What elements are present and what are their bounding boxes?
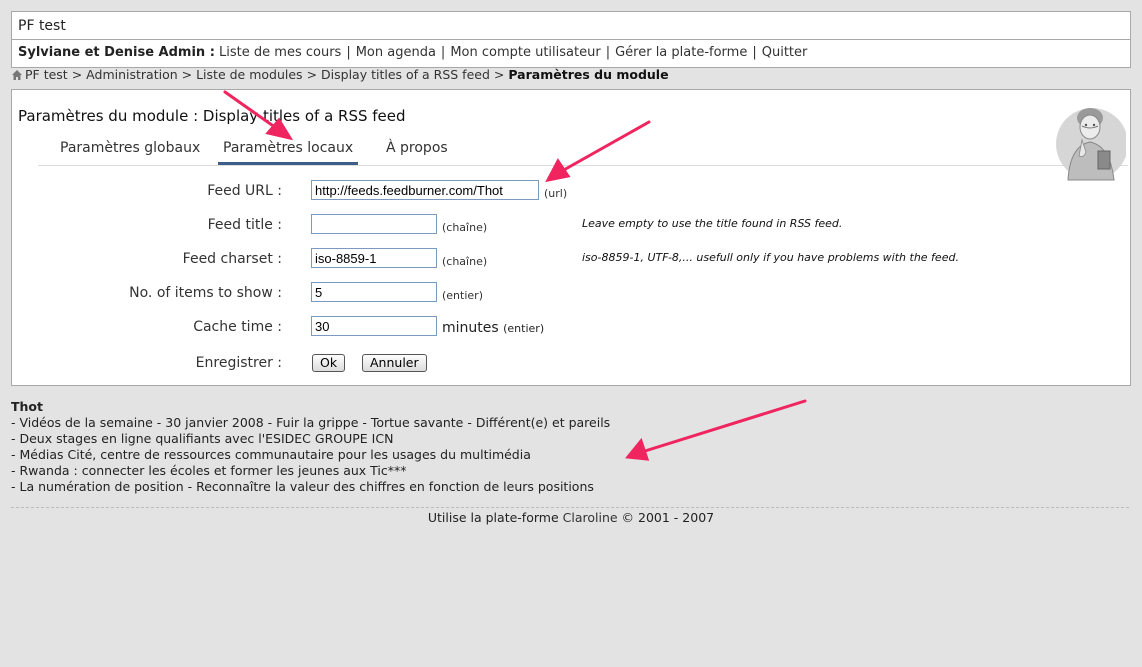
- link-gerer-plateforme[interactable]: Gérer la plate-forme: [615, 45, 747, 60]
- breadcrumb-sep: >: [181, 67, 193, 82]
- cache-time-label: Cache time :: [193, 319, 282, 335]
- breadcrumb-item-rss-module[interactable]: Display titles of a RSS feed: [321, 67, 490, 82]
- home-icon: [12, 70, 22, 80]
- form-row-cache-time: Cache time : minutes (entier): [12, 316, 1112, 340]
- footer: Utilise la plate-forme Claroline © 2001 …: [0, 510, 1142, 525]
- module-portrait-icon: [1056, 108, 1126, 181]
- ok-button[interactable]: Ok: [312, 354, 346, 372]
- user-name: Sylviane et Denise Admin :: [18, 45, 215, 60]
- save-label: Enregistrer :: [195, 355, 282, 371]
- arrow-to-rss-items: [643, 399, 807, 453]
- breadcrumb-item-liste-modules[interactable]: Liste de modules: [196, 67, 302, 82]
- footer-divider: [11, 507, 1129, 508]
- items-to-show-label: No. of items to show :: [129, 285, 282, 301]
- tab-a-propos[interactable]: À propos: [381, 138, 453, 162]
- cancel-button[interactable]: Annuler: [362, 354, 427, 372]
- cache-time-unit-text: minutes: [442, 320, 499, 336]
- rss-item[interactable]: - Vidéos de la semaine - 30 janvier 2008…: [11, 415, 610, 431]
- breadcrumb-item-administration[interactable]: Administration: [86, 67, 177, 82]
- separator: |: [605, 45, 611, 60]
- feed-title-hint: (chaîne): [442, 221, 488, 234]
- feed-charset-hint: (chaîne): [442, 255, 488, 268]
- header-divider: [12, 39, 1130, 40]
- rss-item[interactable]: - Médias Cité, centre de ressources comm…: [11, 447, 610, 463]
- rss-feed-block: Thot - Vidéos de la semaine - 30 janvier…: [11, 399, 610, 495]
- breadcrumb-sep: >: [306, 67, 318, 82]
- cache-time-unit: minutes (entier): [442, 320, 544, 336]
- feed-charset-label: Feed charset :: [182, 251, 282, 267]
- feed-url-label: Feed URL :: [207, 183, 282, 199]
- rss-title: Thot: [11, 399, 43, 414]
- link-mes-cours[interactable]: Liste de mes cours: [219, 45, 341, 60]
- rss-item[interactable]: - Rwanda : connecter les écoles et forme…: [11, 463, 610, 479]
- cache-time-input[interactable]: [311, 316, 437, 336]
- tab-parametres-locaux[interactable]: Paramètres locaux: [218, 138, 359, 165]
- feed-charset-help: iso-8859-1, UTF-8,... usefull only if yo…: [582, 251, 959, 264]
- arrow-head: [625, 437, 650, 461]
- rss-item[interactable]: - La numération de position - Reconnaîtr…: [11, 479, 610, 495]
- items-to-show-input[interactable]: [311, 282, 437, 302]
- feed-title-input[interactable]: [311, 214, 437, 234]
- link-mon-compte[interactable]: Mon compte utilisateur: [450, 45, 600, 60]
- breadcrumb-current: Paramètres du module: [508, 67, 669, 82]
- breadcrumb-sep: >: [71, 67, 83, 82]
- separator: |: [440, 45, 446, 60]
- breadcrumb-sep: >: [493, 67, 505, 82]
- feed-title-help: Leave empty to use the title found in RS…: [582, 217, 843, 230]
- breadcrumb: PF test > Administration > Liste de modu…: [12, 67, 669, 82]
- tab-bar: Paramètres globaux Paramètres locaux À p…: [38, 138, 1128, 166]
- rss-item[interactable]: - Deux stages en ligne qualifiants avec …: [11, 431, 610, 447]
- form-row-items-to-show: No. of items to show : (entier): [12, 282, 1112, 306]
- cache-time-hint: (entier): [503, 322, 545, 335]
- feed-url-hint: (url): [544, 187, 568, 200]
- footer-claroline-link[interactable]: Claroline: [563, 510, 618, 525]
- form-row-feed-url: Feed URL : (url): [12, 180, 1112, 204]
- feed-charset-input[interactable]: [311, 248, 437, 268]
- form-row-feed-title: Feed title : (chaîne) Leave empty to use…: [12, 214, 1112, 238]
- footer-copyright: © 2001 - 2007: [621, 510, 715, 525]
- user-bar: Sylviane et Denise Admin : Liste de mes …: [18, 45, 807, 60]
- feed-title-label: Feed title :: [207, 217, 282, 233]
- form-row-feed-charset: Feed charset : (chaîne) iso-8859-1, UTF-…: [12, 248, 1112, 272]
- items-to-show-hint: (entier): [442, 289, 483, 302]
- site-header: PF test Sylviane et Denise Admin : Liste…: [11, 11, 1131, 68]
- breadcrumb-item-pf-test[interactable]: PF test: [25, 67, 68, 82]
- page-title: Paramètres du module : Display titles of…: [18, 107, 406, 125]
- link-quitter[interactable]: Quitter: [762, 45, 808, 60]
- form-row-save: Enregistrer : Ok Annuler: [12, 352, 1112, 376]
- separator: |: [346, 45, 351, 60]
- link-mon-agenda[interactable]: Mon agenda: [356, 45, 436, 60]
- feed-url-input[interactable]: [311, 180, 539, 200]
- module-settings-panel: Paramètres du module : Display titles of…: [11, 89, 1131, 386]
- footer-prefix: Utilise la plate-forme: [427, 510, 559, 525]
- site-title[interactable]: PF test: [18, 18, 66, 34]
- separator: |: [752, 45, 757, 60]
- tab-parametres-globaux[interactable]: Paramètres globaux: [55, 138, 205, 162]
